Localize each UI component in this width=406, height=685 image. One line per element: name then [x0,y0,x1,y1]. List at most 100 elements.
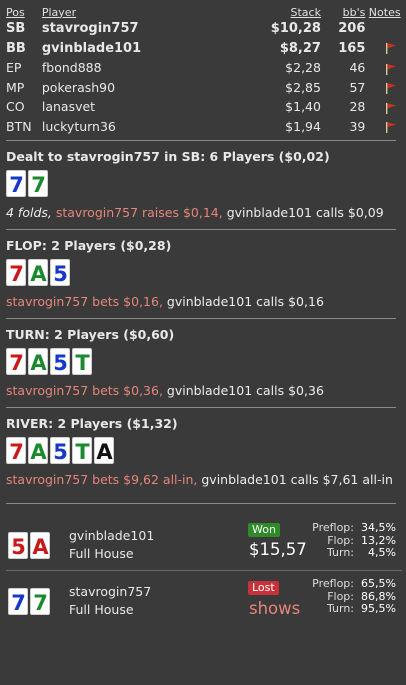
equity-row: Preflop: 34,5% [304,521,396,535]
showdown-hand: Full House [69,546,134,561]
hero-action: stavrogin757 raises $0,14, [55,205,227,220]
action-line: stavrogin757 bets $0,16, gvinblade101 ca… [6,294,402,310]
flag-icon[interactable] [385,121,397,134]
header-bbs[interactable]: bb's [321,2,366,19]
playing-card: 5 [50,437,70,464]
opponent-action: gvinblade101 calls $7,61 all-in [201,472,393,487]
header-notes[interactable]: Notes [365,2,404,19]
player-notes[interactable] [365,97,404,117]
playing-card: 7 [6,437,26,464]
player-notes[interactable] [365,78,404,98]
player-name: lanasvet [41,99,96,115]
playing-card: A [94,437,114,464]
action-line: stavrogin757 bets $9,62 all-in, gvinblad… [6,472,402,488]
hero-action: stavrogin757 bets $9,62 all-in, [6,472,202,487]
equity-label: Preflop: [312,521,354,534]
street-title: TURN: 2 Players ($0,60) [6,327,175,342]
street-flop: FLOP: 2 Players ($0,28) 7A5 stavrogin757… [6,230,402,318]
playing-card: 7 [28,170,48,197]
player-stack: $2,85 [285,79,321,95]
player-row[interactable]: EP fbond888 $2,28 46 [6,58,404,78]
equity-value: 34,5% [361,521,396,534]
shown-cards: 77 [8,588,50,616]
playing-card: 7 [6,348,26,375]
player-bbs: 28 [349,99,366,115]
player-name: stavrogin757 [41,21,139,37]
player-notes[interactable] [365,19,404,39]
flag-icon[interactable] [385,63,397,75]
showdown-player: stavrogin757 [69,584,152,599]
player-bbs: 46 [349,60,366,76]
showdown-results: 5 A gvinblade101 Full House Won $15,57 Preflop… [6,518,402,624]
board-cards: 7A5 [6,259,402,287]
header-pos[interactable]: Pos [6,2,42,19]
player-row[interactable]: SB stavrogin757 $10,28 206 [6,19,404,39]
action-line: stavrogin757 bets $0,36, gvinblade101 ca… [6,383,402,399]
player-position: BB [6,40,26,56]
result-badge: Won [248,523,280,537]
equity-row: Preflop: 65,5% [304,577,396,591]
header-stack[interactable]: Stack [225,2,321,19]
showdown-player: gvinblade101 [69,528,155,543]
player-notes[interactable] [365,117,404,137]
street-title: Dealt to stavrogin757 in SB: 6 Players (… [6,149,330,164]
equity-value: 95,5% [361,602,396,615]
street-title: FLOP: 2 Players ($0,28) [6,238,172,253]
result-badge: Lost [248,581,279,595]
equity-label: Turn: [326,546,354,559]
player-name: gvinblade101 [41,40,142,56]
playing-card: 7 [8,588,28,615]
hero-action: stavrogin757 bets $0,16, [6,294,167,309]
equity-label: Turn: [326,602,354,615]
player-stack: $8,27 [279,40,321,56]
player-position: SB [6,21,26,37]
playing-card: 5 [50,348,70,375]
equity-value: 65,5% [361,577,396,590]
showdown-row: 5 A gvinblade101 Full House Won $15,57 Preflop… [6,518,402,568]
player-position: EP [6,60,22,76]
player-notes[interactable] [365,39,404,59]
player-stack: $1,94 [285,118,321,134]
player-row[interactable]: CO lanasvet $1,40 28 [6,97,404,117]
result-amount: $15,57 [249,540,307,559]
player-row[interactable]: MP pokerash90 $2,85 57 [6,78,404,98]
shown-cards: 5A [8,532,50,560]
player-bbs: 57 [349,79,366,95]
divider [6,570,402,571]
board-cards: 7A5T [6,348,402,376]
player-bbs: 39 [349,118,366,134]
player-row[interactable]: BTN luckyturn36 $1,94 39 [6,117,404,137]
showdown-hand: Full House [69,602,134,617]
opponent-action: gvinblade101 calls $0,36 [166,383,324,398]
street-turn: TURN: 2 Players ($0,60) 7A5T stavrogin75… [6,319,402,407]
playing-card: A [30,532,50,559]
playing-card: A [28,437,48,464]
divider [6,503,396,504]
player-row[interactable]: BB gvinblade101 $8,27 165 [6,39,404,59]
player-position: BTN [6,118,32,134]
player-name: luckyturn36 [41,118,116,134]
flag-icon[interactable] [385,82,397,95]
players-table: Pos Player Stack bb's Notes SB stavrogin7… [6,2,404,136]
hole-cards: 77 [6,170,402,198]
playing-card: A [28,259,48,286]
player-name: fbond888 [41,60,102,76]
playing-card: 7 [6,259,26,286]
header-player[interactable]: Player [42,2,225,19]
player-stack: $2,28 [285,60,321,76]
opponent-action: gvinblade101 calls $0,09 [226,205,384,220]
playing-card: 7 [30,588,50,615]
street-preflop: Dealt to stavrogin757 in SB: 6 Players (… [6,141,402,229]
player-stack: $1,40 [285,99,321,115]
equity-label: Preflop: [312,577,354,590]
street-title: RIVER: 2 Players ($1,32) [6,416,178,431]
opponent-action: gvinblade101 calls $0,16 [166,294,324,309]
hero-action: stavrogin757 bets $0,36, [6,383,167,398]
playing-card: T [72,437,92,464]
equity-row: Turn: 95,5% [304,602,396,616]
action-line: 4 folds, stavrogin757 raises $0,14, gvin… [6,205,402,221]
flag-icon[interactable] [385,42,397,55]
flag-icon[interactable] [385,102,397,114]
player-notes[interactable] [365,58,404,78]
player-bbs: 165 [338,40,366,56]
